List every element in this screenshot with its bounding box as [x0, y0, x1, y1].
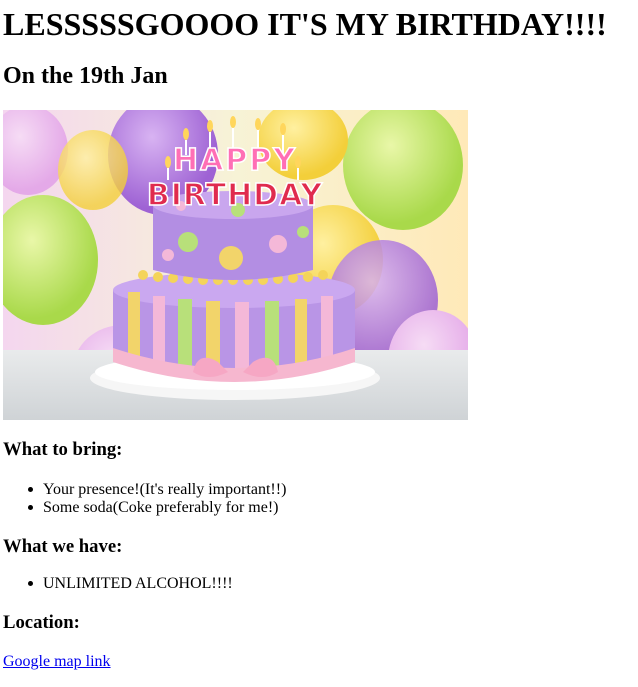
google-map-link[interactable]: Google map link	[3, 653, 111, 671]
page-subtitle: On the 19th Jan	[3, 63, 168, 89]
location-heading: Location:	[3, 612, 80, 633]
cake-sign-birthday: BIRTHDAY	[147, 178, 324, 213]
list-item: UNLIMITED ALCOHOL!!!!	[28, 575, 233, 592]
page-title: LESSSSSGOOOO IT'S MY BIRTHDAY!!!!	[3, 6, 607, 42]
list-item: Your presence!(It's really important!!)	[27, 481, 287, 498]
birthday-cake-image: HAPPY BIRTHDAY	[3, 110, 468, 420]
have-list: UNLIMITED ALCOHOL!!!!	[28, 575, 233, 593]
bring-list: Your presence!(It's really important!!) …	[27, 481, 287, 517]
cake-sign-happy: HAPPY	[173, 143, 297, 178]
what-we-have-heading: What we have:	[3, 536, 123, 557]
what-to-bring-heading: What to bring:	[3, 439, 123, 460]
list-item: Some soda(Coke preferably for me!)	[27, 499, 286, 517]
